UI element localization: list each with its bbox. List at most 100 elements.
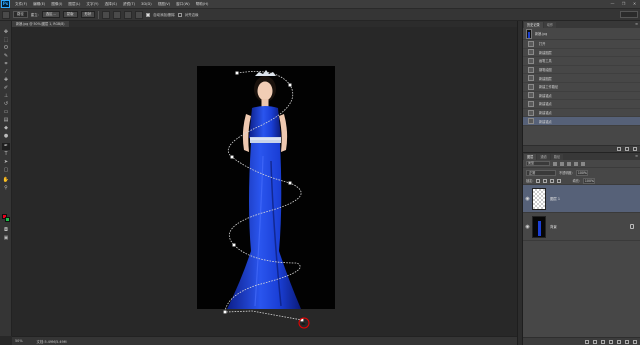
blend-mode-select[interactable]: 正常 <box>526 169 556 176</box>
gradient-icon[interactable]: ▤ <box>2 117 10 124</box>
path-operations-icon[interactable] <box>102 10 111 19</box>
marquee-icon[interactable]: ⬚ <box>2 37 10 44</box>
new-document-from-state-icon[interactable] <box>617 147 621 151</box>
snapshot-label: 新娘.jpg <box>535 32 548 36</box>
history-item[interactable]: 新建图层 <box>523 74 640 83</box>
panel-menu-icon[interactable]: ≡ <box>635 22 638 26</box>
history-brush-icon[interactable]: ↺ <box>2 101 10 108</box>
make-shape-button[interactable]: 形状 <box>80 11 96 18</box>
menu-select[interactable]: 选择(S) <box>102 2 120 7</box>
history-item[interactable]: 新建图层 <box>523 49 640 58</box>
layer-row[interactable]: ◉ 图层 1 <box>523 185 640 213</box>
filter-type-icon[interactable] <box>567 161 571 166</box>
stamp-icon[interactable]: ⊥ <box>2 93 10 100</box>
history-item[interactable]: 新建工作路径 <box>523 83 640 92</box>
make-selection-button[interactable]: 选区... <box>41 11 60 18</box>
filter-adjustment-icon[interactable] <box>560 161 564 166</box>
menu-file[interactable]: 文件(F) <box>12 2 30 7</box>
canvas-area[interactable]: ✒ <box>12 27 517 336</box>
pen-icon[interactable]: ✒ <box>2 143 10 150</box>
mask-icon[interactable] <box>601 339 605 344</box>
align-edges-checkbox[interactable] <box>177 12 182 17</box>
path-select-icon[interactable]: ➤ <box>2 159 10 166</box>
filter-smart-icon[interactable] <box>581 161 585 166</box>
menu-edit[interactable]: 编辑(E) <box>30 2 48 7</box>
eyedropper-icon[interactable]: ⁄ <box>2 69 10 76</box>
lock-pixels-icon[interactable] <box>543 178 548 183</box>
make-mask-button[interactable]: 蒙版 <box>62 11 78 18</box>
restore-button[interactable]: ❐ <box>620 1 627 7</box>
history-step-icon <box>528 109 534 116</box>
menu-window[interactable]: 窗口(W) <box>173 2 193 7</box>
menu-3d[interactable]: 3D(D) <box>138 2 155 6</box>
trash-icon[interactable] <box>633 147 637 151</box>
type-icon[interactable]: T <box>2 151 10 158</box>
zoom-level[interactable]: 50% <box>15 339 23 343</box>
quick-mask-icon[interactable]: ◘ <box>2 227 10 234</box>
zoom-icon[interactable]: ⚲ <box>2 185 10 192</box>
workspace-select[interactable] <box>620 11 638 18</box>
auto-add-delete-checkbox[interactable] <box>146 12 151 17</box>
eye-icon[interactable]: ◉ <box>523 224 532 230</box>
adjustment-icon[interactable] <box>609 339 613 344</box>
menu-image[interactable]: 图像(I) <box>48 2 65 7</box>
tab-actions[interactable]: 动作 <box>543 22 557 28</box>
trash-icon[interactable] <box>633 339 637 344</box>
history-step-icon <box>528 57 534 64</box>
history-snapshot[interactable]: 新娘.jpg <box>523 28 640 40</box>
opacity-input[interactable]: 100% <box>575 169 588 176</box>
tab-paths[interactable]: 路径 <box>550 154 564 160</box>
menu-layer[interactable]: 图层(L) <box>65 2 83 7</box>
dodge-icon[interactable]: ● <box>2 133 10 140</box>
history-item[interactable]: 新建锚点 <box>523 109 640 118</box>
panel-menu-icon[interactable]: ≡ <box>635 154 638 158</box>
brush-icon[interactable]: ✐ <box>2 85 10 92</box>
lock-transparent-icon[interactable] <box>536 178 541 183</box>
eye-icon[interactable]: ◉ <box>523 196 532 202</box>
hand-icon[interactable]: ✋ <box>2 177 10 184</box>
menu-filter[interactable]: 滤镜(T) <box>120 2 138 7</box>
tab-history[interactable]: 历史记录 <box>524 22 543 28</box>
camera-icon[interactable] <box>625 147 629 151</box>
new-layer-icon[interactable] <box>625 339 629 344</box>
fx-icon[interactable] <box>593 339 597 344</box>
history-item[interactable]: 钢笔绘图 <box>523 66 640 75</box>
quick-select-icon[interactable]: ✎ <box>2 53 10 60</box>
move-icon[interactable]: ✥ <box>2 29 10 36</box>
tool-mode-select[interactable]: 路径 <box>13 11 28 18</box>
crop-icon[interactable]: ⌗ <box>2 61 10 68</box>
history-item-selected[interactable]: 新建锚点 <box>523 117 640 126</box>
lock-position-icon[interactable] <box>550 178 555 183</box>
minimize-button[interactable]: — <box>609 1 616 7</box>
screen-mode-icon[interactable]: ▣ <box>2 235 10 242</box>
tab-layers[interactable]: 图层 <box>524 154 537 160</box>
tab-channels[interactable]: 通道 <box>537 154 550 160</box>
fill-input[interactable]: 100% <box>582 177 595 184</box>
filter-shape-icon[interactable] <box>574 161 578 166</box>
shape-icon[interactable]: ▢ <box>2 167 10 174</box>
pen-tool-preset-icon[interactable] <box>2 10 10 19</box>
background-color-swatch[interactable] <box>5 217 10 222</box>
close-button[interactable]: ✕ <box>631 1 638 7</box>
layer-row[interactable]: ◉ 背景 <box>523 213 640 241</box>
eraser-icon[interactable]: ▭ <box>2 109 10 116</box>
lasso-icon[interactable]: ʘ <box>2 45 10 52</box>
history-item[interactable]: 画笔工具 <box>523 57 640 66</box>
blur-icon[interactable]: ◆ <box>2 125 10 132</box>
menu-type[interactable]: 文字(Y) <box>83 2 101 7</box>
filter-kind-select[interactable]: 类型 <box>526 161 550 166</box>
history-item[interactable]: 新建锚点 <box>523 92 640 101</box>
folder-icon[interactable] <box>617 339 621 344</box>
menu-help[interactable]: 帮助(H) <box>193 2 212 7</box>
lock-all-icon[interactable] <box>557 178 562 183</box>
link-icon[interactable] <box>585 339 589 344</box>
healing-icon[interactable]: ✚ <box>2 77 10 84</box>
history-step-icon <box>528 49 534 56</box>
history-item[interactable]: 新建锚点 <box>523 100 640 109</box>
history-item[interactable]: 打开 <box>523 40 640 49</box>
path-arrangement-icon[interactable] <box>124 10 133 19</box>
filter-pixel-icon[interactable] <box>553 161 557 166</box>
path-alignment-icon[interactable] <box>113 10 122 19</box>
gear-icon[interactable] <box>135 10 144 19</box>
menu-view[interactable]: 视图(V) <box>155 2 173 7</box>
